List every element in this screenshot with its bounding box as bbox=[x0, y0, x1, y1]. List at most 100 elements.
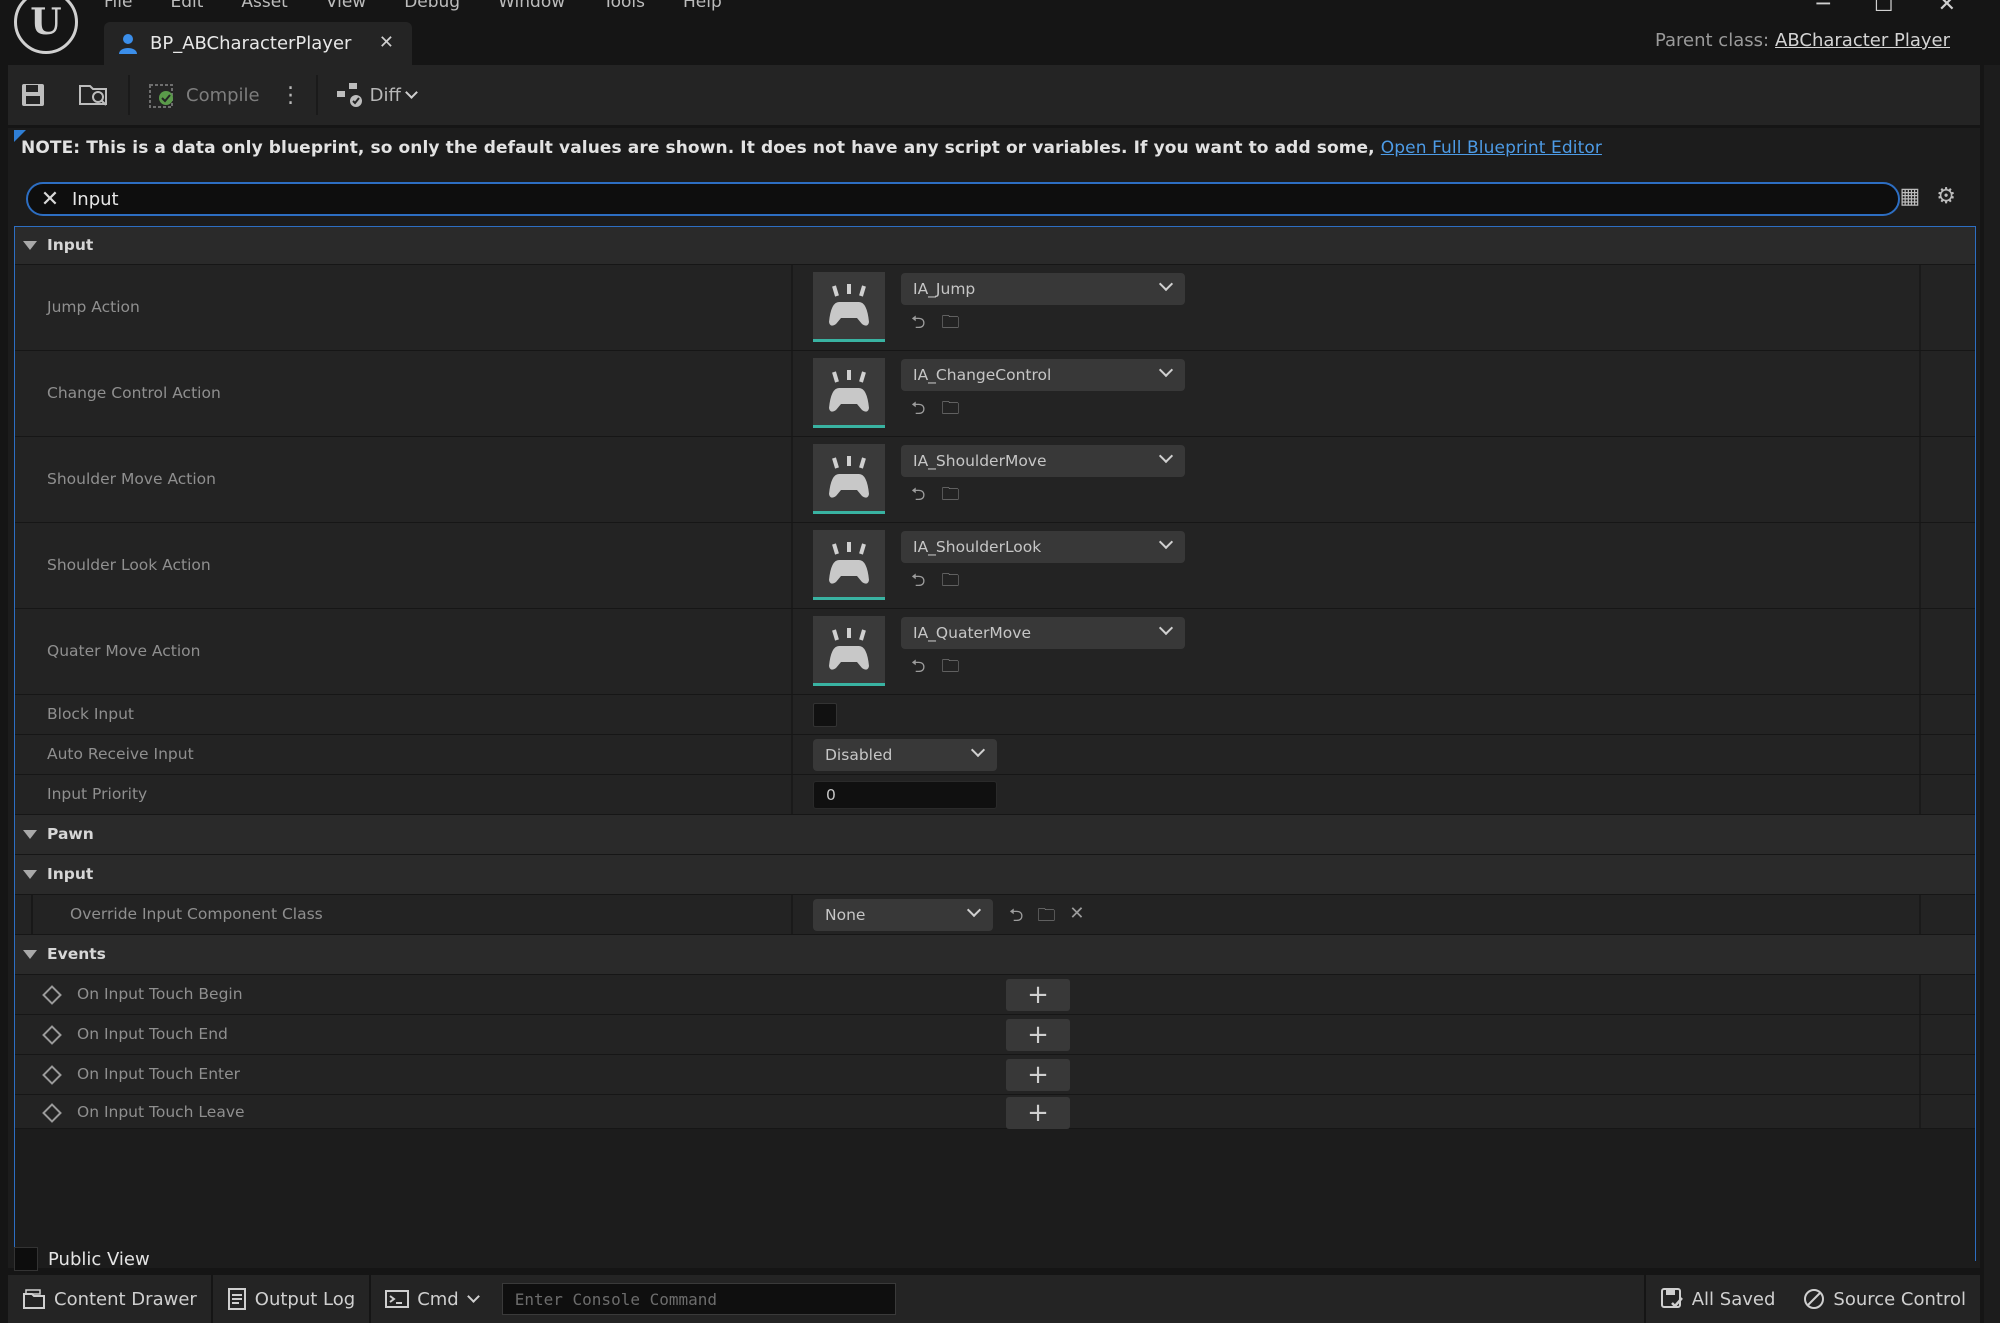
column-splitter[interactable] bbox=[791, 895, 793, 934]
use-selected-icon[interactable]: ⮌ bbox=[911, 654, 925, 684]
collapse-arrow-icon[interactable] bbox=[23, 241, 37, 250]
compile-button[interactable]: Compile bbox=[136, 65, 272, 125]
add-event-button[interactable]: + bbox=[1006, 1019, 1070, 1051]
asset-picker-combo[interactable]: IA_ShoulderLook bbox=[901, 531, 1185, 563]
column-splitter[interactable] bbox=[791, 735, 793, 774]
console-command-input[interactable]: Enter Console Command bbox=[501, 1283, 896, 1315]
use-selected-icon[interactable]: ⮌ bbox=[911, 568, 925, 598]
block-input-checkbox[interactable] bbox=[813, 703, 837, 727]
category-pawn[interactable]: Pawn bbox=[15, 815, 1975, 855]
all-saved-indicator[interactable]: All Saved bbox=[1643, 1275, 1790, 1323]
maximize-icon[interactable]: ☐ bbox=[1874, 0, 1894, 17]
column-splitter bbox=[1919, 351, 1921, 436]
document-tab[interactable]: BP_ABCharacterPlayer ✕ bbox=[104, 22, 412, 65]
menu-help[interactable]: Help bbox=[683, 0, 722, 12]
parent-class-link[interactable]: ABCharacter Player bbox=[1775, 30, 1950, 51]
asset-tools: ⮌ 🗀 bbox=[911, 310, 959, 340]
auto-receive-input-dropdown[interactable]: Disabled bbox=[813, 739, 997, 771]
source-control-button[interactable]: Source Control bbox=[1789, 1275, 1980, 1323]
public-view-checkbox[interactable] bbox=[14, 1247, 38, 1271]
chevron-down-icon bbox=[1158, 534, 1174, 550]
add-event-button[interactable]: + bbox=[1006, 1097, 1070, 1129]
content-drawer-button[interactable]: Content Drawer bbox=[8, 1275, 213, 1323]
input-action-thumbnail[interactable] bbox=[813, 616, 885, 686]
menu-asset[interactable]: Asset bbox=[241, 0, 287, 12]
input-action-thumbnail[interactable] bbox=[813, 272, 885, 342]
browse-to-asset-icon[interactable]: 🗀 bbox=[941, 568, 959, 598]
chevron-down-icon bbox=[1158, 620, 1174, 636]
menu-tools[interactable]: Tools bbox=[603, 0, 645, 12]
input-action-thumbnail[interactable] bbox=[813, 530, 885, 600]
browse-button[interactable] bbox=[66, 65, 122, 125]
parent-class: Parent class: ABCharacter Player bbox=[1655, 30, 1950, 51]
open-full-blueprint-editor-link[interactable]: Open Full Blueprint Editor bbox=[1381, 138, 1602, 158]
column-splitter[interactable] bbox=[791, 351, 793, 436]
public-view-toggle[interactable]: Public View bbox=[14, 1247, 150, 1271]
property-row-shoulder-look-action: Shoulder Look Action IA_ShoulderLook ⮌ 🗀 bbox=[15, 523, 1975, 609]
use-selected-icon[interactable]: ⮌ bbox=[911, 396, 925, 426]
collapse-arrow-icon[interactable] bbox=[23, 870, 37, 879]
output-log-button[interactable]: Output Log bbox=[213, 1275, 372, 1323]
asset-picker-combo[interactable]: IA_ChangeControl bbox=[901, 359, 1185, 391]
class-tools: ⮌ 🗀 ✕ bbox=[1009, 903, 1085, 933]
menu-file[interactable]: File bbox=[104, 0, 132, 12]
close-tab-icon[interactable]: ✕ bbox=[379, 32, 394, 53]
gamepad-icon bbox=[829, 627, 869, 670]
browse-to-asset-icon[interactable]: 🗀 bbox=[941, 310, 959, 340]
input-priority-field[interactable]: 0 bbox=[813, 781, 997, 809]
event-label: On Input Touch Begin bbox=[77, 985, 243, 1003]
column-splitter[interactable] bbox=[791, 609, 793, 694]
clear-search-icon[interactable]: ✕ bbox=[28, 187, 72, 212]
event-diamond-icon bbox=[42, 985, 62, 1005]
menu-view[interactable]: View bbox=[326, 0, 366, 12]
asset-picker-combo[interactable]: IA_Jump bbox=[901, 273, 1185, 305]
diff-button[interactable]: Diff bbox=[324, 65, 428, 125]
menu-edit[interactable]: Edit bbox=[170, 0, 203, 12]
column-splitter[interactable] bbox=[791, 437, 793, 522]
column-splitter[interactable] bbox=[791, 695, 793, 734]
add-event-button[interactable]: + bbox=[1006, 1059, 1070, 1091]
event-row-on-input-touch-leave: On Input Touch Leave + bbox=[15, 1095, 1975, 1129]
minimize-icon[interactable]: ─ bbox=[1817, 0, 1830, 17]
collapse-arrow-icon[interactable] bbox=[23, 950, 37, 959]
title-bar: U File Edit Asset View Debug Window Tool… bbox=[0, 0, 1990, 65]
input-action-thumbnail[interactable] bbox=[813, 444, 885, 514]
content-drawer-label: Content Drawer bbox=[54, 1288, 197, 1310]
class-picker-dropdown[interactable]: None bbox=[813, 899, 993, 931]
unreal-logo-icon[interactable]: U bbox=[14, 0, 78, 54]
collapse-arrow-icon[interactable] bbox=[23, 830, 37, 839]
cmd-dropdown[interactable]: Cmd bbox=[371, 1275, 492, 1323]
asset-picker-combo[interactable]: IA_QuaterMove bbox=[901, 617, 1185, 649]
browse-to-asset-icon[interactable]: 🗀 bbox=[941, 482, 959, 512]
property-row-override-input-component-class: Override Input Component Class None ⮌ 🗀 … bbox=[15, 895, 1975, 935]
details-search-box[interactable]: ✕ bbox=[26, 182, 1900, 216]
status-bar: Content Drawer Output Log Cmd Enter Cons… bbox=[8, 1275, 1980, 1323]
column-splitter[interactable] bbox=[791, 775, 793, 814]
add-event-button[interactable]: + bbox=[1006, 979, 1070, 1011]
column-splitter[interactable] bbox=[791, 523, 793, 608]
browse-to-asset-icon[interactable]: 🗀 bbox=[941, 654, 959, 684]
clear-icon[interactable]: ✕ bbox=[1069, 903, 1084, 933]
chevron-down-icon bbox=[405, 86, 418, 99]
more-vertical-icon: ⋮ bbox=[279, 82, 302, 108]
input-action-thumbnail[interactable] bbox=[813, 358, 885, 428]
category-events[interactable]: Events bbox=[15, 935, 1975, 975]
use-selected-icon[interactable]: ⮌ bbox=[911, 482, 925, 512]
browse-to-asset-icon[interactable]: 🗀 bbox=[1037, 903, 1055, 933]
category-input[interactable]: Input bbox=[15, 227, 1975, 265]
property-matrix-icon[interactable]: ▦ bbox=[1899, 184, 1920, 209]
close-window-icon[interactable]: ✕ bbox=[1938, 0, 1956, 17]
menu-window[interactable]: Window bbox=[498, 0, 565, 12]
event-diamond-icon bbox=[42, 1025, 62, 1045]
browse-to-asset-icon[interactable]: 🗀 bbox=[941, 396, 959, 426]
column-splitter[interactable] bbox=[791, 265, 793, 350]
search-input[interactable] bbox=[72, 188, 1772, 210]
use-selected-icon[interactable]: ⮌ bbox=[911, 310, 925, 340]
settings-gear-icon[interactable]: ⚙ bbox=[1936, 184, 1956, 209]
asset-picker-combo[interactable]: IA_ShoulderMove bbox=[901, 445, 1185, 477]
use-selected-icon[interactable]: ⮌ bbox=[1009, 903, 1023, 933]
compile-options-button[interactable]: ⋮ bbox=[272, 65, 310, 125]
subcategory-pawn-input[interactable]: Input bbox=[15, 855, 1975, 895]
save-button[interactable] bbox=[8, 65, 58, 125]
menu-debug[interactable]: Debug bbox=[404, 0, 460, 12]
